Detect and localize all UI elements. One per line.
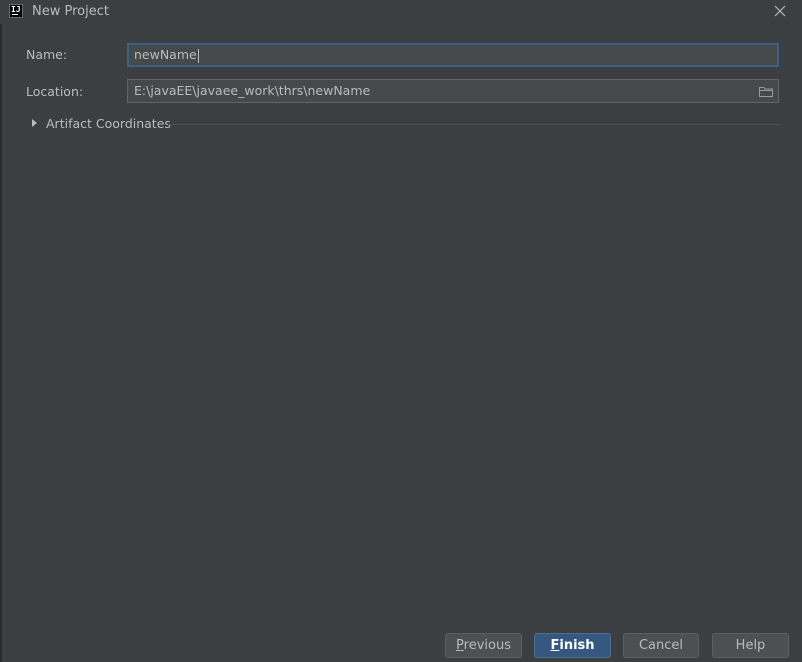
folder-icon[interactable]: [759, 86, 773, 97]
location-input[interactable]: E:\javaEE\javaee_work\thrs\newName: [127, 79, 779, 103]
previous-label: revious: [463, 638, 511, 653]
section-divider: [168, 124, 780, 125]
finish-label: inish: [559, 638, 595, 653]
artifact-coordinates-toggle[interactable]: Artifact Coordinates: [30, 115, 780, 133]
intellij-logo-icon: IJ: [9, 4, 23, 18]
help-label: Help: [735, 638, 766, 653]
cancel-label: Cancel: [638, 638, 684, 653]
text-caret: [197, 48, 199, 63]
close-icon[interactable]: [772, 3, 788, 19]
triangle-right-icon: [32, 119, 37, 127]
finish-button[interactable]: Finish: [534, 633, 611, 658]
name-input[interactable]: newName: [127, 43, 779, 67]
artifact-coordinates-label: Artifact Coordinates: [46, 116, 171, 131]
logo-text: IJ: [11, 5, 21, 14]
help-button[interactable]: Help: [712, 633, 789, 658]
previous-mnemonic: P: [456, 638, 464, 653]
previous-button[interactable]: Previous: [445, 633, 522, 658]
name-input-value: newName: [134, 47, 197, 62]
name-label: Name:: [26, 47, 68, 62]
title-bar: IJ New Project: [0, 0, 802, 24]
window-title: New Project: [32, 4, 109, 19]
location-input-value: E:\javaEE\javaee_work\thrs\newName: [134, 83, 371, 98]
location-label: Location:: [26, 84, 84, 99]
window-edge: [0, 24, 2, 662]
cancel-button[interactable]: Cancel: [623, 633, 699, 658]
